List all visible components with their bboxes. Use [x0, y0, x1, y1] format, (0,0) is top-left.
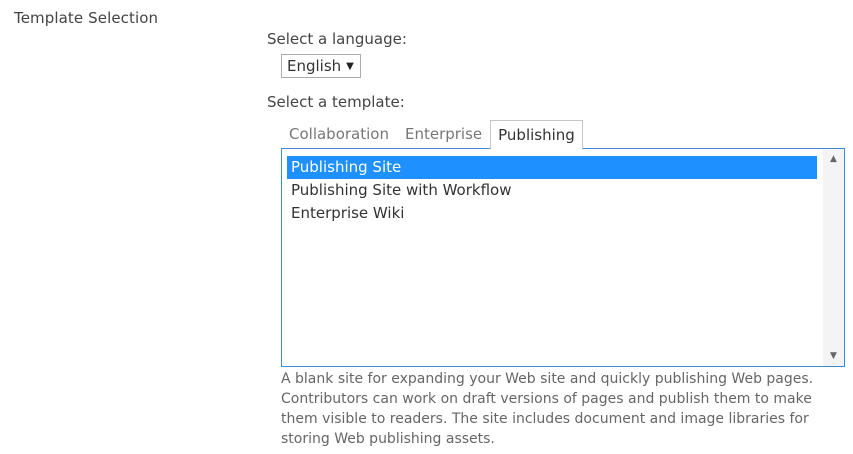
template-label: Select a template: — [267, 93, 405, 111]
template-selection-panel: Template Selection Select a language: En… — [0, 0, 853, 454]
template-tabs: Collaboration Enterprise Publishing — [281, 118, 583, 150]
scroll-up-arrow-icon[interactable]: ▲ — [823, 151, 844, 167]
language-label: Select a language: — [267, 30, 407, 48]
template-listbox[interactable]: Publishing Site Publishing Site with Wor… — [281, 148, 845, 367]
tab-enterprise[interactable]: Enterprise — [397, 119, 490, 149]
template-list: Publishing Site Publishing Site with Wor… — [287, 156, 817, 225]
list-item-publishing-site[interactable]: Publishing Site — [287, 156, 817, 179]
listbox-scrollbar[interactable]: ▲ ▼ — [823, 149, 844, 366]
list-item-publishing-site-with-workflow[interactable]: Publishing Site with Workflow — [287, 179, 817, 202]
tab-collaboration[interactable]: Collaboration — [281, 119, 397, 149]
language-select[interactable]: English ▼ — [281, 54, 361, 78]
section-title: Template Selection — [14, 9, 159, 27]
tab-publishing[interactable]: Publishing — [490, 120, 583, 150]
language-select-value: English — [287, 57, 342, 75]
scroll-down-arrow-icon[interactable]: ▼ — [823, 348, 844, 364]
template-description: A blank site for expanding your Web site… — [281, 371, 814, 447]
caret-down-icon: ▼ — [346, 60, 354, 72]
list-item-enterprise-wiki[interactable]: Enterprise Wiki — [287, 202, 817, 225]
